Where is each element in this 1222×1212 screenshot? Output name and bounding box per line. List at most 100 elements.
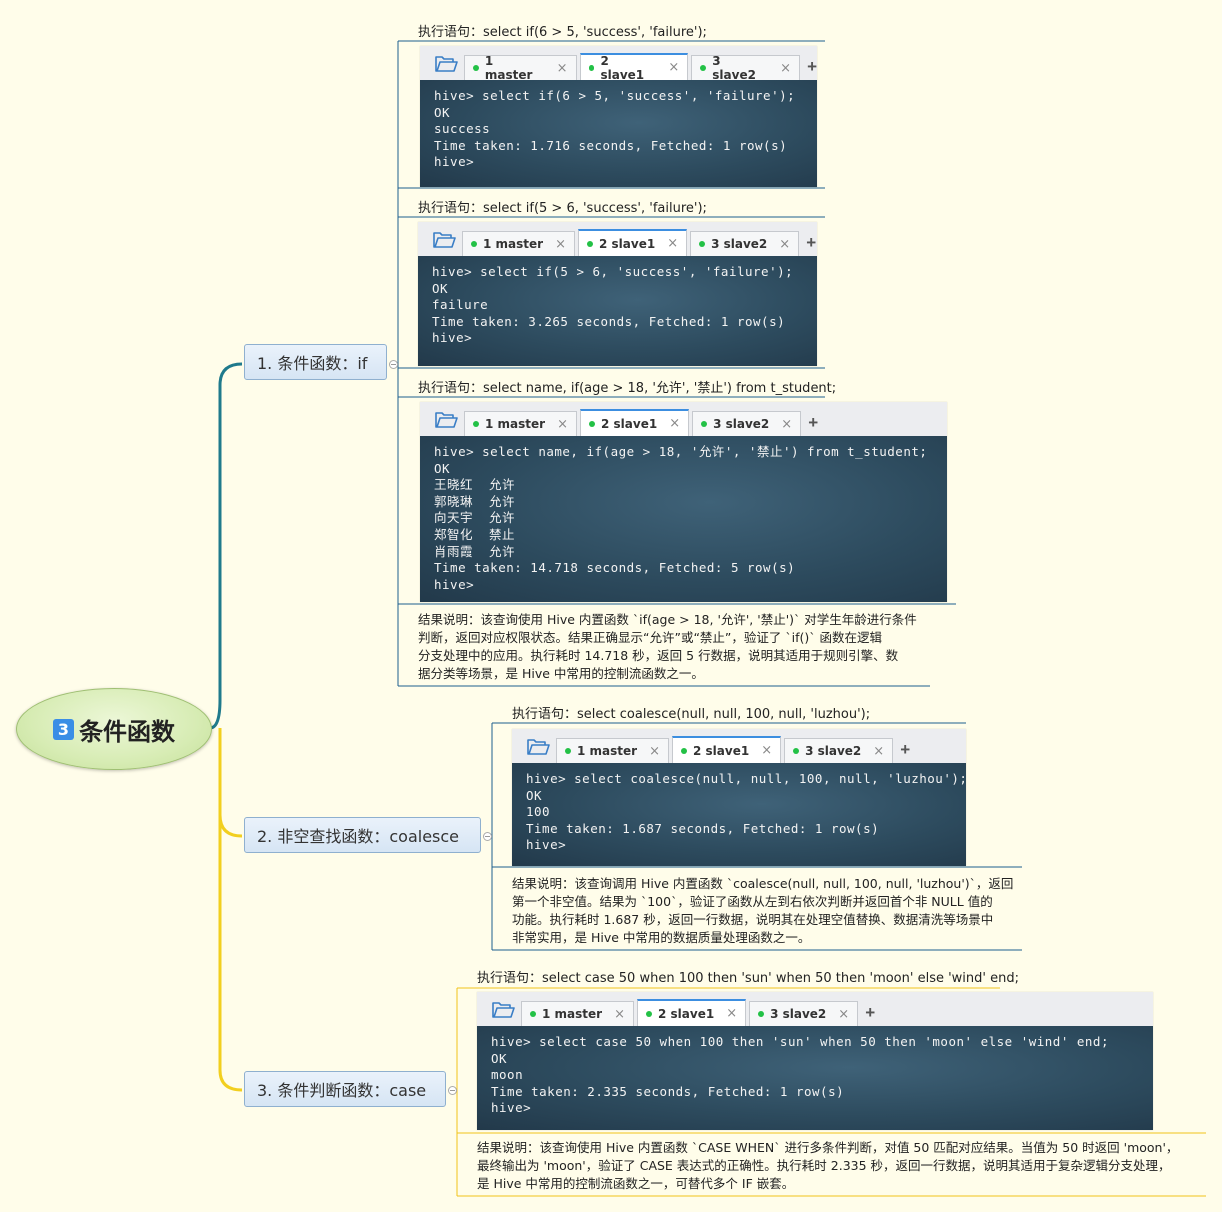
folder-open-icon[interactable] bbox=[485, 997, 521, 1023]
terminal-screenshot: 1 master × 2 slave1 × 3 slave2 × + hive> select… bbox=[420, 402, 947, 602]
terminal-line: 王晓红 允许 bbox=[434, 477, 516, 493]
tab-master[interactable]: 1 master × bbox=[464, 411, 577, 436]
status-dot-icon bbox=[588, 420, 595, 427]
folder-open-icon[interactable] bbox=[426, 227, 462, 253]
add-tab-button[interactable]: + bbox=[808, 413, 818, 433]
tab-slave1[interactable]: 2 slave1 × bbox=[671, 736, 782, 763]
tab-slave2[interactable]: 3 slave2 × bbox=[690, 231, 800, 256]
tab-bar: 1 master × 2 slave1 × 3 slave2 × + bbox=[418, 222, 817, 256]
note-line: 分支处理中的应用。执行耗时 14.718 秒，返回 5 行数据，说明其适用于规则… bbox=[418, 648, 899, 663]
status-dot-icon bbox=[758, 1011, 765, 1017]
branch-topic-coalesce[interactable]: 2. 非空查找函数：coalesce bbox=[244, 817, 481, 853]
tab-slave2[interactable]: 3 slave2 × bbox=[784, 738, 894, 763]
tab-master[interactable]: 1 master × bbox=[462, 231, 575, 256]
branch-topic-case[interactable]: 3. 条件判断函数：case bbox=[244, 1071, 446, 1107]
close-icon[interactable]: × bbox=[761, 743, 772, 758]
tab-bar: 1 master × 2 slave1 × 3 slave2 × + bbox=[512, 729, 966, 763]
close-icon[interactable]: × bbox=[781, 417, 792, 432]
terminal-line: hive> bbox=[491, 1100, 532, 1116]
branch-topic-if[interactable]: 1. 条件函数：if bbox=[244, 344, 387, 380]
status-dot-icon bbox=[645, 1010, 652, 1017]
branch-topic-label: 1. 条件函数：if bbox=[257, 354, 368, 373]
terminal-output: hive> select case 50 when 100 then 'sun'… bbox=[477, 1026, 1153, 1130]
terminal-output: hive> select if(5 > 6, 'success', 'failu… bbox=[418, 256, 817, 366]
terminal-line: Time taken: 3.265 seconds, Fetched: 1 ro… bbox=[432, 313, 786, 329]
add-tab-button[interactable]: + bbox=[865, 1003, 875, 1023]
terminal-output: hive> select name, if(age > 18, '允许', '禁… bbox=[420, 436, 947, 602]
terminal-line: success bbox=[434, 121, 491, 137]
terminal-line: 郭晓琳 允许 bbox=[434, 493, 516, 509]
status-dot-icon bbox=[471, 241, 477, 247]
terminal-line: OK bbox=[491, 1050, 508, 1066]
folder-open-icon[interactable] bbox=[428, 407, 464, 433]
close-icon[interactable]: × bbox=[667, 236, 678, 251]
terminal-screenshot: 1 master × 2 slave1 × 3 slave2 × + hive> select… bbox=[420, 46, 817, 187]
topic-number-badge: 3 bbox=[52, 718, 75, 740]
tab-label: 1 master bbox=[485, 417, 546, 431]
collapse-toggle-icon[interactable] bbox=[389, 360, 398, 369]
add-tab-button[interactable]: + bbox=[807, 57, 817, 77]
folder-open-icon[interactable] bbox=[520, 734, 556, 760]
close-icon[interactable]: × bbox=[668, 60, 679, 75]
terminal-screenshot: 1 master × 2 slave1 × 3 slave2 × + hive> select… bbox=[477, 992, 1153, 1130]
add-tab-button[interactable]: + bbox=[806, 233, 816, 253]
terminal-screenshot: 1 master × 2 slave1 × 3 slave2 × + hive> select… bbox=[418, 222, 817, 366]
root-topic[interactable]: 3 条件函数 bbox=[16, 688, 212, 770]
terminal-line: Time taken: 14.718 seconds, Fetched: 5 r… bbox=[434, 560, 796, 576]
tab-master[interactable]: 1 master × bbox=[556, 738, 669, 763]
tab-master[interactable]: 1 master × bbox=[463, 54, 577, 82]
terminal-line: hive> bbox=[432, 330, 473, 346]
close-icon[interactable]: × bbox=[555, 237, 566, 252]
tab-bar: 1 master × 2 slave1 × 3 slave2 × + bbox=[420, 46, 817, 82]
close-icon[interactable]: × bbox=[614, 1007, 625, 1022]
status-dot-icon bbox=[586, 240, 593, 247]
tab-slave1[interactable]: 2 slave1 × bbox=[636, 999, 747, 1026]
tab-label: 2 slave1 bbox=[600, 53, 645, 82]
tab-label: 3 slave2 bbox=[712, 54, 756, 82]
terminal-output: hive> select if(6 > 5, 'success', 'failu… bbox=[420, 80, 817, 187]
close-icon[interactable]: × bbox=[873, 744, 884, 759]
root-topic-label: 条件函数 bbox=[79, 717, 176, 746]
terminal-line: 肖雨霞 允许 bbox=[434, 543, 516, 559]
close-icon[interactable]: × bbox=[557, 417, 568, 432]
collapse-toggle-icon[interactable] bbox=[448, 1086, 457, 1095]
status-dot-icon bbox=[701, 421, 708, 427]
tab-slave1[interactable]: 2 slave1 × bbox=[579, 53, 689, 82]
terminal-line: hive> select case 50 when 100 then 'sun'… bbox=[491, 1034, 1109, 1049]
tab-label: 2 slave1 bbox=[692, 743, 750, 758]
close-icon[interactable]: × bbox=[838, 1007, 849, 1022]
tab-slave2[interactable]: 3 slave2 × bbox=[691, 54, 801, 82]
terminal-line: Time taken: 1.716 seconds, Fetched: 1 ro… bbox=[434, 137, 788, 153]
tab-label: 3 slave2 bbox=[770, 1007, 827, 1021]
close-icon[interactable]: × bbox=[779, 237, 790, 252]
note-line: 结果说明：该查询使用 Hive 内置函数 `CASE WHEN` 进行多条件判断… bbox=[477, 1140, 1179, 1155]
tab-slave2[interactable]: 3 slave2 × bbox=[749, 1001, 859, 1026]
terminal-line: hive> bbox=[434, 576, 475, 592]
terminal-line: hive> select if(6 > 5, 'success', 'failu… bbox=[434, 88, 796, 103]
tab-slave1[interactable]: 2 slave1 × bbox=[577, 229, 688, 256]
close-icon[interactable]: × bbox=[669, 416, 680, 431]
tab-label: 2 slave1 bbox=[657, 1006, 715, 1021]
close-icon[interactable]: × bbox=[780, 61, 791, 76]
status-dot-icon bbox=[473, 421, 479, 427]
terminal-line: Time taken: 2.335 seconds, Fetched: 1 ro… bbox=[491, 1083, 845, 1099]
tab-master[interactable]: 1 master × bbox=[521, 1001, 634, 1026]
close-icon[interactable]: × bbox=[649, 744, 660, 759]
terminal-line: OK bbox=[434, 104, 451, 120]
terminal-line: OK bbox=[434, 460, 451, 476]
add-tab-button[interactable]: + bbox=[900, 740, 910, 760]
close-icon[interactable]: × bbox=[726, 1006, 737, 1021]
close-icon[interactable]: × bbox=[557, 61, 568, 76]
tab-label: 3 slave2 bbox=[713, 417, 770, 431]
note-line: 非常实用，是 Hive 中常用的数据质量处理函数之一。 bbox=[512, 930, 811, 945]
status-dot-icon bbox=[700, 65, 707, 71]
tab-slave1[interactable]: 2 slave1 × bbox=[579, 409, 690, 436]
folder-open-icon[interactable] bbox=[428, 51, 464, 77]
tab-bar: 1 master × 2 slave1 × 3 slave2 × + bbox=[477, 992, 1153, 1026]
note-line: 是 Hive 中常用的控制流函数之一，可替代多个 IF 嵌套。 bbox=[477, 1176, 795, 1191]
tab-slave2[interactable]: 3 slave2 × bbox=[692, 411, 802, 436]
note-line: 判断，返回对应权限状态。结果正确显示“允许”或“禁止”，验证了 `if()` 函… bbox=[418, 630, 882, 645]
terminal-line: hive> select if(5 > 6, 'success', 'failu… bbox=[432, 264, 794, 279]
statement-label: 执行语句：select if(6 > 5, 'success', 'failur… bbox=[418, 25, 707, 40]
collapse-toggle-icon[interactable] bbox=[483, 832, 492, 841]
